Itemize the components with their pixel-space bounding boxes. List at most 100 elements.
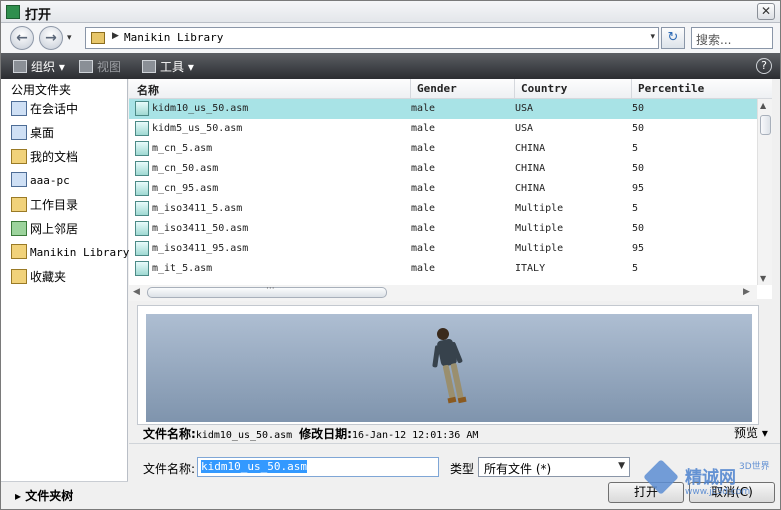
- documents-icon: [11, 149, 27, 164]
- column-header: 名称 Gender Country Percentile: [129, 79, 772, 99]
- table-row[interactable]: m_cn_50.asm male CHINA 50: [129, 159, 759, 179]
- assembly-file-icon: [135, 221, 149, 236]
- percentile-cell: 95: [632, 243, 645, 254]
- preview-pane: [137, 305, 759, 425]
- gender-cell: male: [411, 123, 436, 134]
- sidebar-item-desktop[interactable]: 桌面: [1, 121, 127, 145]
- country-cell: USA: [515, 103, 534, 114]
- vertical-scrollbar[interactable]: ▲ ▼: [757, 99, 772, 285]
- organize-label: 组织 ▾: [31, 60, 65, 74]
- table-row[interactable]: m_cn_95.asm male CHINA 95: [129, 179, 759, 199]
- preview-file-value: kidm10_us_50.asm: [195, 430, 293, 441]
- grip-icon: ···: [266, 284, 275, 294]
- file-type-label: 类型: [450, 462, 475, 476]
- table-row[interactable]: m_iso3411_5.asm male Multiple 5: [129, 199, 759, 219]
- tools-button[interactable]: 工具 ▾: [142, 58, 194, 75]
- column-divider[interactable]: [410, 79, 411, 99]
- filename-input[interactable]: kidm10_us_50.asm: [197, 457, 439, 477]
- assembly-file-icon: [135, 101, 149, 116]
- column-country[interactable]: Country: [521, 82, 567, 95]
- title-bar: 打开 ✕: [1, 1, 780, 23]
- column-name[interactable]: 名称: [137, 82, 159, 98]
- table-row[interactable]: m_iso3411_50.asm male Multiple 50: [129, 219, 759, 239]
- gender-cell: male: [411, 163, 436, 174]
- percentile-cell: 5: [632, 263, 639, 274]
- divider: [129, 443, 780, 444]
- filename-label: 文件名称:: [143, 462, 196, 476]
- sidebar-item-working-directory[interactable]: 工作目录: [1, 193, 127, 217]
- address-bar[interactable]: ▶ Manikin Library ▾: [85, 27, 659, 49]
- horizontal-scroll-thumb[interactable]: ···: [147, 284, 387, 298]
- search-input[interactable]: 搜索...: [691, 27, 773, 49]
- table-row[interactable]: kidm10_us_50.asm male USA 50: [129, 99, 759, 119]
- file-name-cell: m_iso3411_95.asm: [152, 243, 249, 254]
- assembly-file-icon: [135, 181, 149, 196]
- sidebar-item-label: 桌面: [30, 126, 55, 140]
- country-cell: CHINA: [515, 183, 546, 194]
- file-type-value: 所有文件 (*): [484, 462, 552, 476]
- country-cell: CHINA: [515, 163, 546, 174]
- percentile-cell: 5: [632, 143, 639, 154]
- file-type-select[interactable]: 所有文件 (*) ▼: [478, 457, 630, 477]
- column-percentile[interactable]: Percentile: [638, 82, 704, 95]
- forward-button[interactable]: →: [39, 26, 63, 50]
- assembly-file-icon: [135, 161, 149, 176]
- sidebar-item-label: 工作目录: [30, 198, 79, 212]
- sidebar-item-in-session[interactable]: 在会话中: [1, 97, 127, 121]
- sidebar-item-computer[interactable]: aaa-pc: [1, 169, 127, 193]
- file-name-cell: m_iso3411_5.asm: [152, 203, 243, 214]
- scroll-thumb[interactable]: [760, 115, 771, 135]
- column-divider[interactable]: [514, 79, 515, 99]
- gender-cell: male: [411, 223, 436, 234]
- percentile-cell: 5: [632, 203, 639, 214]
- table-row[interactable]: m_cn_5.asm male CHINA 5: [129, 139, 759, 159]
- file-name-cell: m_cn_50.asm: [152, 163, 219, 174]
- public-folders-header: 公用文件夹: [1, 79, 127, 97]
- percentile-cell: 50: [632, 163, 645, 174]
- chevron-down-icon: ▼: [618, 461, 625, 471]
- address-dropdown[interactable]: ▾: [650, 32, 655, 42]
- percentile-cell: 95: [632, 183, 645, 194]
- close-button[interactable]: ✕: [757, 3, 775, 20]
- tools-icon: [142, 60, 156, 73]
- scroll-up-icon[interactable]: ▲: [760, 101, 766, 110]
- horizontal-scrollbar[interactable]: ◀ ··· ▶: [129, 284, 757, 301]
- views-label: 视图: [97, 60, 122, 74]
- scroll-left-icon[interactable]: ◀: [133, 287, 140, 297]
- history-dropdown[interactable]: ▾: [67, 33, 72, 43]
- file-name-cell: kidm5_us_50.asm: [152, 123, 243, 134]
- model-preview: [146, 314, 752, 422]
- window-title: 打开: [25, 8, 52, 23]
- sidebar-item-network[interactable]: 网上邻居: [1, 217, 127, 241]
- refresh-button[interactable]: ↻: [661, 27, 685, 49]
- assembly-file-icon: [135, 241, 149, 256]
- breadcrumb-arrow-icon[interactable]: ▶: [112, 31, 119, 41]
- desktop-icon: [11, 125, 27, 140]
- table-row[interactable]: m_iso3411_95.asm male Multiple 95: [129, 239, 759, 259]
- preview-toggle[interactable]: 预览 ▾: [734, 424, 768, 441]
- country-cell: USA: [515, 123, 534, 134]
- table-row[interactable]: kidm5_us_50.asm male USA 50: [129, 119, 759, 139]
- scroll-right-icon[interactable]: ▶: [743, 287, 750, 297]
- column-gender[interactable]: Gender: [417, 82, 457, 95]
- help-icon[interactable]: ?: [756, 58, 772, 74]
- column-divider[interactable]: [631, 79, 632, 99]
- navigation-bar: ← → ▾ ▶ Manikin Library ▾ ↻ 搜索...: [1, 23, 780, 53]
- sidebar-item-favorites[interactable]: 收藏夹: [1, 265, 127, 289]
- views-button[interactable]: 视图: [79, 58, 121, 75]
- back-button[interactable]: ←: [10, 26, 34, 50]
- preview-file-label: 文件名称:: [143, 427, 196, 441]
- watermark-url: www.jc3d.com: [685, 487, 751, 497]
- scroll-down-icon[interactable]: ▼: [760, 274, 766, 283]
- address-path[interactable]: Manikin Library: [124, 31, 223, 44]
- sidebar-item-manikin-library[interactable]: Manikin Library: [1, 241, 129, 265]
- gender-cell: male: [411, 103, 436, 114]
- table-row[interactable]: m_it_5.asm male ITALY 5: [129, 259, 759, 279]
- network-icon: [11, 221, 27, 236]
- computer-icon: [11, 172, 27, 187]
- tools-label: 工具 ▾: [160, 60, 194, 74]
- folder-tree-toggle[interactable]: ▸ 文件夹树: [1, 481, 128, 507]
- sidebar-item-documents[interactable]: 我的文档: [1, 145, 127, 169]
- favorites-icon: [11, 269, 27, 284]
- organize-button[interactable]: 组织 ▾: [13, 58, 65, 75]
